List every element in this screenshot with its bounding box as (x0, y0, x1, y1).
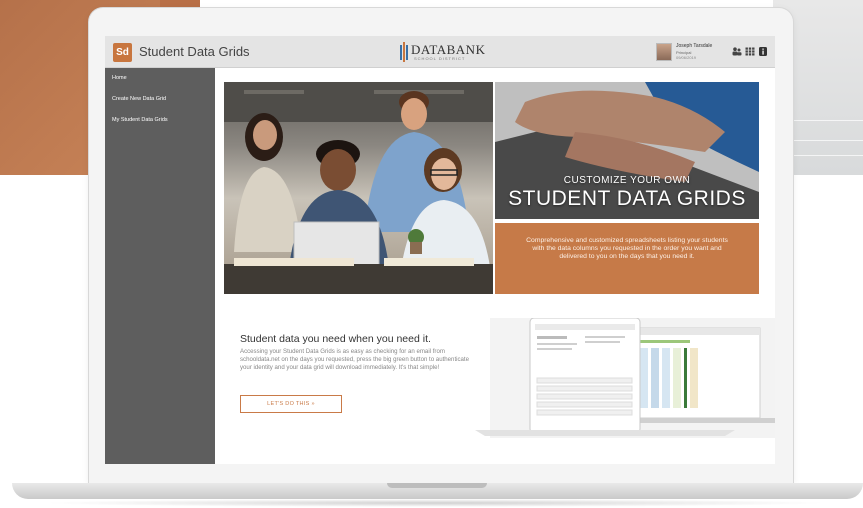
sidebar-item-create-new-data-grid[interactable]: Create New Data Grid (112, 96, 166, 102)
users-icon[interactable] (732, 47, 742, 56)
user-date: 09/06/2019 (676, 55, 697, 60)
app-title[interactable]: Student Data Grids (139, 44, 250, 59)
user-profile[interactable]: Joseph Tarsdale Principal 09/06/2019 (656, 42, 726, 62)
app-logo-badge[interactable]: Sd (113, 43, 132, 62)
sidebar-item-home[interactable]: Home (112, 75, 127, 81)
sidebar-item-my-student-data-grids[interactable]: My Student Data Grids (112, 117, 168, 123)
laptop-shadow (40, 499, 830, 507)
promo-title-line2: STUDENT DATA GRIDS (508, 187, 746, 210)
sidebar: Home Create New Data Grid My Student Dat… (105, 68, 215, 464)
promo-description: Comprehensive and customized spreadsheet… (526, 237, 728, 260)
promo-title-line1: CUSTOMIZE YOUR OWN (563, 175, 691, 186)
devices-mockup-image (475, 318, 775, 438)
brand-mark-icon (400, 42, 408, 62)
avatar (656, 43, 672, 61)
info-icon[interactable] (758, 47, 768, 56)
grid-menu-icon[interactable] (745, 47, 755, 56)
brand-subtitle: SCHOOL DISTRICT (414, 56, 466, 61)
students-photo (224, 82, 493, 294)
promo-description-panel: Comprehensive and customized spreadsheet… (495, 223, 759, 294)
laptop-base (12, 483, 863, 499)
section-title: Student data you need when you need it. (240, 333, 431, 345)
laptop-notch (387, 483, 487, 488)
students-illustration (224, 82, 493, 294)
user-name: Joseph Tarsdale (676, 43, 713, 49)
app-header: Sd Student Data Grids DATABANK SCHOOL DI… (105, 36, 775, 68)
laptop-screen: Sd Student Data Grids DATABANK SCHOOL DI… (105, 36, 775, 464)
section-description: Accessing your Student Data Grids is as … (240, 348, 470, 371)
lets-do-this-button[interactable]: LET'S DO THIS » (240, 395, 342, 413)
typing-photo: CUSTOMIZE YOUR OWN STUDENT DATA GRIDS (495, 82, 759, 219)
